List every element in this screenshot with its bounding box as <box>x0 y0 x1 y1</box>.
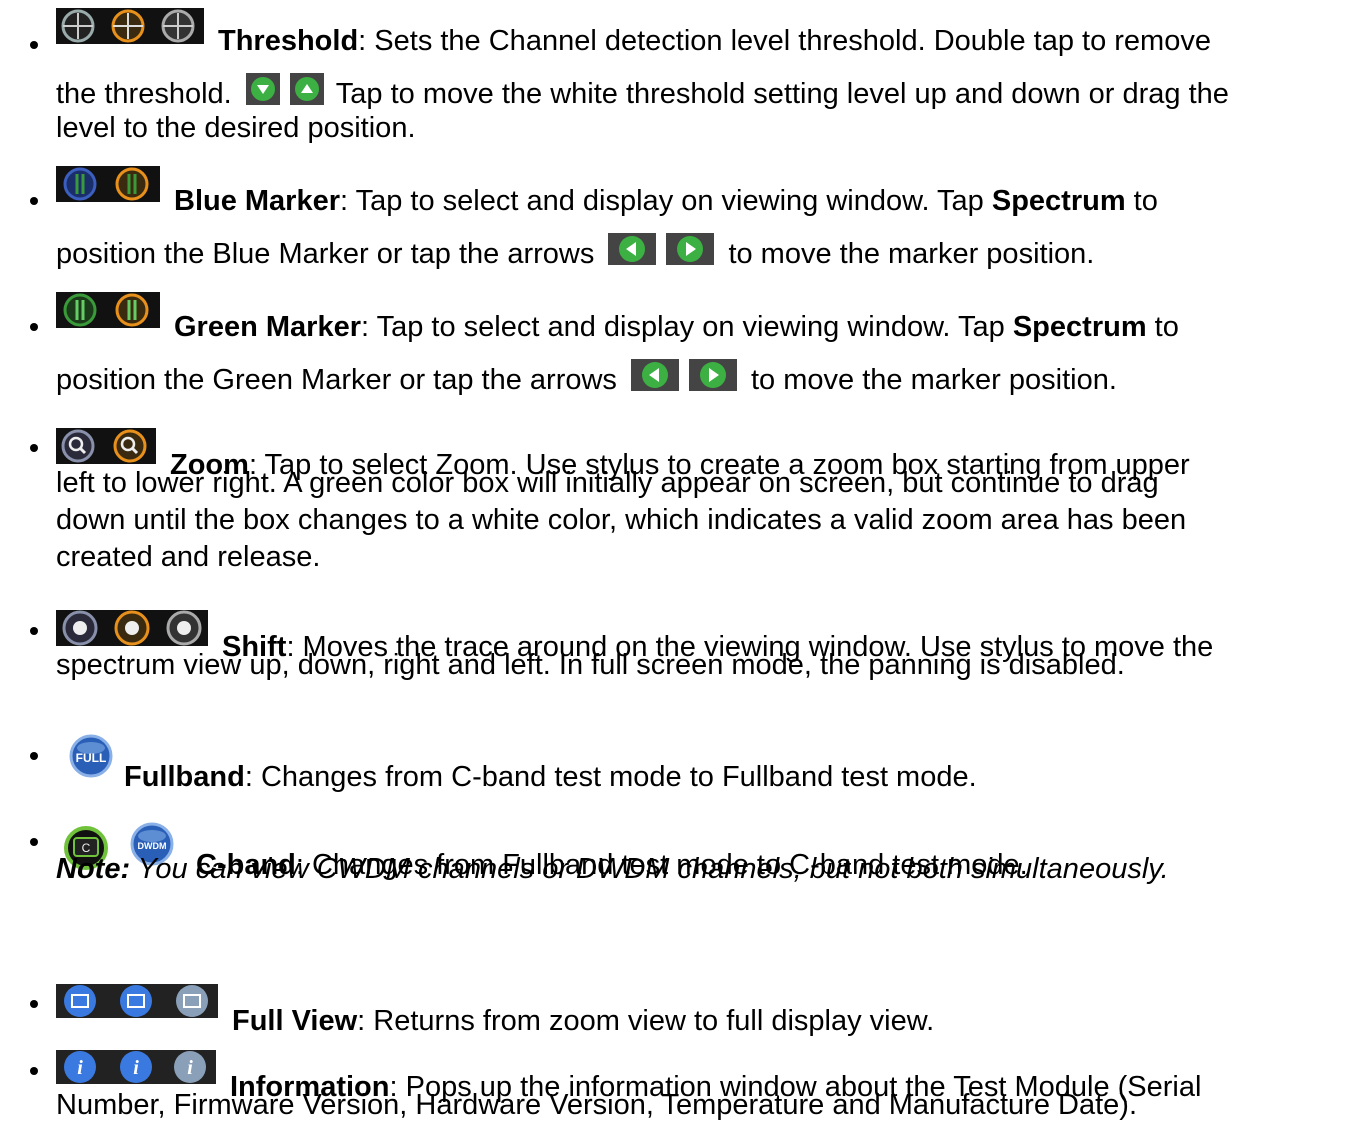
zoom-line-3: down until the box changes to a white co… <box>56 502 1186 538</box>
fullband-icon[interactable]: FULL <box>69 734 113 778</box>
item-text: to move the marker position. <box>728 238 1095 270</box>
zoom-icons <box>56 428 156 468</box>
note-text: You can view CWDM channels or DWDM chann… <box>130 853 1169 885</box>
item-bold: Spectrum <box>991 185 1126 217</box>
threshold-orange-icon[interactable] <box>111 9 145 43</box>
arrow-down-green-icon[interactable] <box>245 73 280 105</box>
bullet <box>30 838 38 846</box>
shift-icons <box>56 610 208 650</box>
note-label: Note: <box>56 853 131 885</box>
full-view-gray-icon[interactable] <box>176 985 208 1017</box>
blue-marker-arrow-icons <box>608 233 718 265</box>
note: Note: You can view CWDM channels or DWDM… <box>56 851 1169 887</box>
item-text: to <box>1125 185 1158 217</box>
item-text: down until the box changes to a white co… <box>56 504 1187 536</box>
item-title: Blue Marker <box>174 185 341 217</box>
shift-orange-icon[interactable] <box>114 610 150 646</box>
information-icons: i i i <box>56 1050 216 1090</box>
green-marker-orange-icon[interactable] <box>115 293 149 327</box>
green-marker-line-1: Green Marker: Tap to select and display … <box>56 292 1179 345</box>
information-line-2: Number, Firmware Version, Hardware Versi… <box>56 1087 1137 1123</box>
blue-marker-orange-icon[interactable] <box>115 167 149 201</box>
dwdm-icon-label: DWDM <box>138 841 167 851</box>
fullband-line-1: FULL Fullband: Changes from C-band test … <box>62 734 977 795</box>
item-bold: Spectrum <box>1012 311 1147 343</box>
blue-marker-line-2: position the Blue Marker or tap the arro… <box>56 233 1094 272</box>
bullet <box>30 1067 38 1075</box>
threshold-icons <box>56 8 204 48</box>
bullet <box>30 444 38 452</box>
item-text: : Returns from zoom view to full display… <box>357 1005 935 1037</box>
shift-icon[interactable] <box>62 610 98 646</box>
item-title: Threshold <box>218 25 359 57</box>
threshold-line-1: Threshold: Sets the Channel detection le… <box>56 8 1211 59</box>
threshold-arrow-icons <box>245 73 326 105</box>
full-view-blue-icon[interactable] <box>120 985 152 1017</box>
arrow-left-green-icon[interactable] <box>631 359 679 391</box>
shift-line-2: spectrum view up, down, right and left. … <box>56 647 1125 683</box>
item-title: Fullband <box>124 761 245 793</box>
zoom-icon[interactable] <box>61 429 95 463</box>
bullet <box>30 752 38 760</box>
svg-text:i: i <box>133 1057 139 1079</box>
green-marker-arrow-icons <box>631 359 741 391</box>
item-text: : Tap to select and display on viewing w… <box>340 185 992 217</box>
item-text: Number, Firmware Version, Hardware Versi… <box>56 1089 1138 1121</box>
bullet <box>30 197 38 205</box>
zoom-line-2: left to lower right. A green color box w… <box>56 465 1159 501</box>
item-title: Full View <box>232 1005 358 1037</box>
item-text: : Tap to select and display on viewing w… <box>361 311 1013 343</box>
info-icon[interactable]: i <box>64 1051 96 1083</box>
bullet <box>30 627 38 635</box>
item-text: position the Green Marker or tap the arr… <box>56 364 617 396</box>
item-text: the threshold. <box>56 78 232 110</box>
info-blue-icon[interactable]: i <box>120 1051 152 1083</box>
arrow-left-green-icon[interactable] <box>608 233 657 265</box>
arrow-right-green-icon[interactable] <box>666 233 715 265</box>
bullet <box>30 323 38 331</box>
blue-marker-icon[interactable] <box>63 167 97 201</box>
item-text: spectrum view up, down, right and left. … <box>56 649 1125 681</box>
green-marker-icons <box>56 292 160 332</box>
threshold-gray-icon[interactable] <box>161 9 195 43</box>
arrow-up-green-icon[interactable] <box>289 73 324 105</box>
green-marker-line-2: position the Green Marker or tap the arr… <box>56 359 1117 398</box>
full-view-icons <box>56 984 218 1024</box>
full-view-line-1: Full View: Returns from zoom view to ful… <box>56 984 934 1039</box>
arrow-right-green-icon[interactable] <box>689 359 737 391</box>
full-view-icon[interactable] <box>64 985 96 1017</box>
svg-text:i: i <box>187 1057 193 1079</box>
item-text: to <box>1146 311 1179 343</box>
item-text: position the Blue Marker or tap the arro… <box>56 238 595 270</box>
item-text: to move the marker position. <box>751 364 1117 396</box>
threshold-black-icon[interactable] <box>61 9 95 43</box>
item-text: Tap to move the white threshold setting … <box>335 78 1229 110</box>
item-text: created and release. <box>56 541 321 573</box>
threshold-line-2: the threshold. Tap to move the white thr… <box>56 73 1229 112</box>
info-gray-icon[interactable]: i <box>174 1051 206 1083</box>
threshold-line-3: level to the desired position. <box>56 110 416 146</box>
blue-marker-icons <box>56 166 160 206</box>
item-text: : Sets the Channel detection level thres… <box>358 25 1211 57</box>
fullband-icon-label: FULL <box>76 751 107 765</box>
item-text: : Changes from C-band test mode to Fullb… <box>244 761 977 793</box>
svg-text:i: i <box>77 1057 83 1079</box>
bullet <box>30 1000 38 1008</box>
blue-marker-line-1: Blue Marker: Tap to select and display o… <box>56 166 1158 219</box>
item-text: level to the desired position. <box>56 112 416 144</box>
bullet <box>30 41 38 49</box>
fullband-icons: FULL <box>62 734 120 782</box>
item-text: left to lower right. A green color box w… <box>56 467 1159 499</box>
shift-gray-icon[interactable] <box>166 610 202 646</box>
green-marker-icon[interactable] <box>63 293 97 327</box>
zoom-line-4: created and release. <box>56 539 320 575</box>
zoom-orange-icon[interactable] <box>113 429 147 463</box>
item-title: Green Marker <box>174 311 361 343</box>
